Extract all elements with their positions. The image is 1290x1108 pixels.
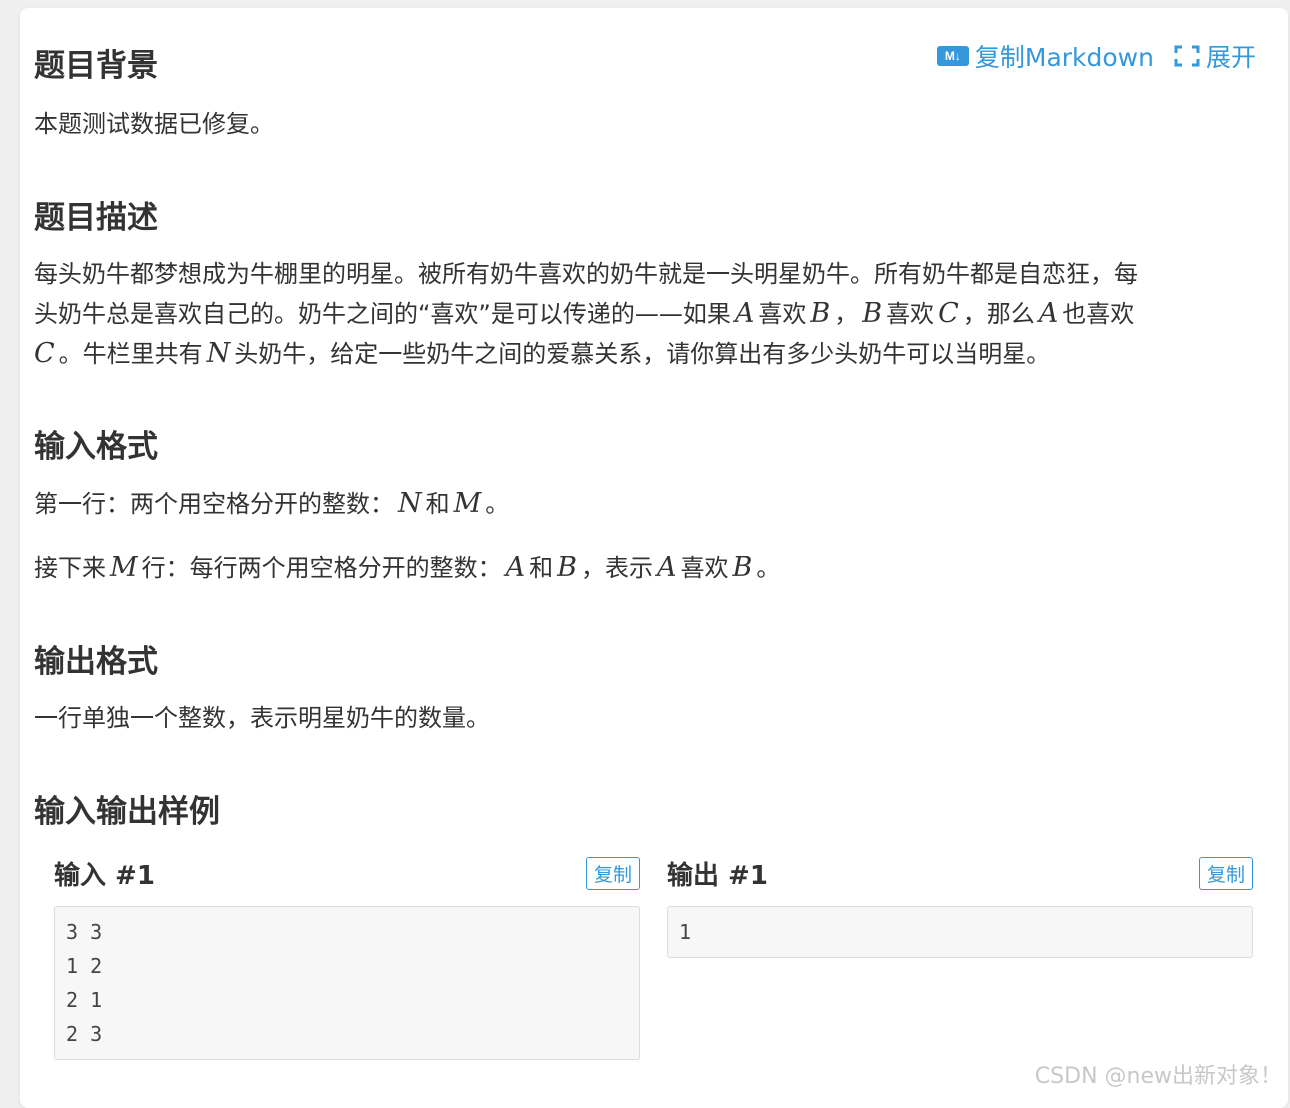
math-a4: A: [657, 552, 677, 583]
output-format-section: 输出格式: [34, 636, 1256, 681]
input-format-line1: 第一行：两个用空格分开的整数： N 和 M。: [34, 484, 1256, 524]
background-text: 本题测试数据已修复。: [34, 110, 274, 138]
description-text: 每头奶牛都梦想成为牛棚里的明星。被所有奶牛喜欢的奶牛就是一头明星奶牛。所有奶牛都…: [34, 255, 1256, 374]
math-n: N: [206, 338, 231, 369]
copy-output-button[interactable]: 复制: [1198, 856, 1253, 890]
input-format-text1: 第一行：两个用空格分开的整数： N 和 M。: [34, 484, 1256, 524]
output-format-body: 一行单独一个整数，表示明星奶牛的数量。: [34, 699, 1256, 738]
sample-output-code[interactable]: 1: [667, 906, 1253, 958]
if-l2b: 行：每行两个用空格分开的整数：: [141, 554, 502, 582]
if-like: 喜欢: [680, 554, 729, 582]
if-l2c: ，表示: [581, 554, 653, 582]
desc-line1: 每头奶牛都梦想成为牛棚里的明星。被所有奶牛喜欢的奶牛就是一头明星奶牛。所有奶牛都…: [34, 260, 1138, 288]
desc-line3b: 头奶牛，给定一些奶牛之间的爱慕关系，请你算出有多少头奶牛可以当明星。: [234, 340, 1051, 368]
if-l1a: 第一行：两个用空格分开的整数：: [34, 490, 394, 518]
sample-input-title: 输入 #1: [54, 860, 155, 891]
desc-line2a: 头奶牛总是喜欢自己的。奶牛之间的“喜欢”是可以传递的——如果: [34, 300, 731, 328]
if-period1: 。: [485, 490, 510, 518]
math-n2: N: [398, 488, 422, 519]
sample-input-header: 输入 #1 复制: [54, 856, 640, 891]
math-b2: B: [862, 298, 883, 329]
input-format-line2: 接下来 M 行：每行两个用空格分开的整数： A 和 B ，表示 A 喜欢 B。: [34, 548, 1256, 588]
if-and1: 和: [425, 490, 450, 518]
output-format-text: 一行单独一个整数，表示明星奶牛的数量。: [34, 704, 490, 732]
if-and2: 和: [529, 554, 554, 582]
math-a3: A: [505, 552, 526, 583]
samples-title: 输入输出样例: [34, 794, 220, 830]
background-title: 题目背景: [34, 48, 158, 84]
math-m: M: [453, 488, 482, 519]
desc-line2c: 也喜欢: [1062, 300, 1135, 328]
math-m2: M: [110, 552, 138, 583]
math-c: C: [938, 298, 959, 329]
samples-section: 输入输出样例: [34, 786, 1256, 831]
sample-output-header: 输出 #1 复制: [667, 856, 1253, 891]
background-section: 题目背景: [34, 40, 1256, 85]
desc-line2b: ，那么: [962, 300, 1035, 328]
math-c2: C: [34, 338, 55, 369]
output-format-title: 输出格式: [34, 644, 158, 680]
sample-input-code[interactable]: 3 3 1 2 2 1 2 3: [54, 906, 640, 1060]
math-b: B: [810, 298, 831, 329]
math-a2: A: [1038, 298, 1059, 329]
description-title: 题目描述: [34, 200, 158, 236]
csdn-watermark: CSDN @new出新对象！: [1034, 1064, 1282, 1089]
sample-output-block: 输出 #1 复制 1: [667, 856, 1253, 958]
copy-input-button[interactable]: 复制: [585, 856, 640, 890]
sample-input-block: 输入 #1 复制 3 3 1 2 2 1 2 3: [54, 856, 640, 1060]
input-format-title: 输入格式: [34, 429, 158, 465]
description-section: 题目描述: [34, 192, 1256, 237]
desc-line3a: 。牛栏里共有: [58, 340, 203, 368]
description-body: 每头奶牛都梦想成为牛棚里的明星。被所有奶牛喜欢的奶牛就是一头明星奶牛。所有奶牛都…: [34, 255, 1256, 374]
if-l2a: 接下来: [34, 554, 106, 582]
desc-comma: ，: [834, 300, 859, 328]
desc-like1: 喜欢: [758, 300, 807, 328]
input-format-text2: 接下来 M 行：每行两个用空格分开的整数： A 和 B ，表示 A 喜欢 B。: [34, 548, 1256, 588]
sample-output-title: 输出 #1: [667, 860, 768, 891]
if-period2: 。: [756, 554, 781, 582]
math-b3: B: [557, 552, 577, 583]
background-body: 本题测试数据已修复。: [34, 105, 1256, 144]
math-a: A: [734, 298, 755, 329]
input-format-section: 输入格式: [34, 421, 1256, 466]
desc-like2: 喜欢: [886, 300, 935, 328]
math-b4: B: [732, 552, 753, 583]
